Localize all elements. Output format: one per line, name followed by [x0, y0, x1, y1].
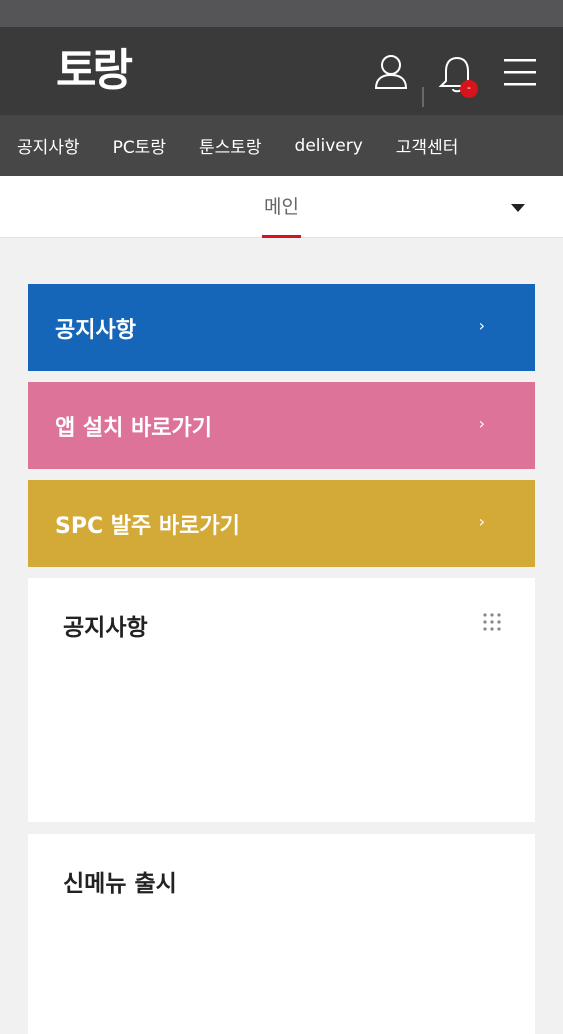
logo[interactable]: 토랑: [56, 45, 133, 97]
chevron-right-icon: ›: [478, 414, 485, 433]
chevron-right-icon: ›: [478, 316, 485, 335]
notice-card: 공지사항: [28, 578, 535, 822]
grid-more-icon[interactable]: [482, 612, 502, 636]
nav-item-delivery[interactable]: delivery: [295, 136, 363, 156]
nav-item-pc-torang[interactable]: PC토랑: [113, 133, 166, 158]
user-icon[interactable]: [373, 52, 409, 96]
banner-app-install[interactable]: 앱 설치 바로가기 ›: [28, 382, 535, 469]
dropdown-caret-icon[interactable]: [511, 204, 525, 212]
nav-item-notice[interactable]: 공지사항: [17, 133, 80, 158]
new-menu-card: 신메뉴 출시: [28, 834, 535, 1034]
main-content: 공지사항 › 앱 설치 바로가기 › SPC 발주 바로가기 › 공지사항 신메…: [0, 238, 563, 1034]
banner-label: SPC 발주 바로가기: [55, 513, 240, 539]
app-header: 토랑 -: [0, 27, 563, 115]
card-title: 신메뉴 출시: [63, 871, 177, 897]
banner-spc-order[interactable]: SPC 발주 바로가기 ›: [28, 480, 535, 567]
banner-label: 공지사항: [55, 317, 136, 343]
banner-notice[interactable]: 공지사항 ›: [28, 284, 535, 371]
nav-item-toons-torang[interactable]: 툰스토랑: [199, 133, 262, 158]
chevron-right-icon: ›: [478, 512, 485, 531]
notification-badge: -: [460, 80, 478, 98]
hamburger-menu-icon[interactable]: [503, 52, 537, 96]
status-bar: [0, 0, 563, 27]
tab-bar: 메인: [0, 176, 563, 238]
header-divider: [422, 87, 424, 107]
nav-item-customer-center[interactable]: 고객센터: [396, 133, 459, 158]
card-title: 공지사항: [63, 615, 148, 641]
tab-main[interactable]: 메인: [262, 176, 301, 238]
banner-label: 앱 설치 바로가기: [55, 415, 212, 441]
top-nav: 공지사항 PC토랑 툰스토랑 delivery 고객센터: [0, 115, 563, 176]
